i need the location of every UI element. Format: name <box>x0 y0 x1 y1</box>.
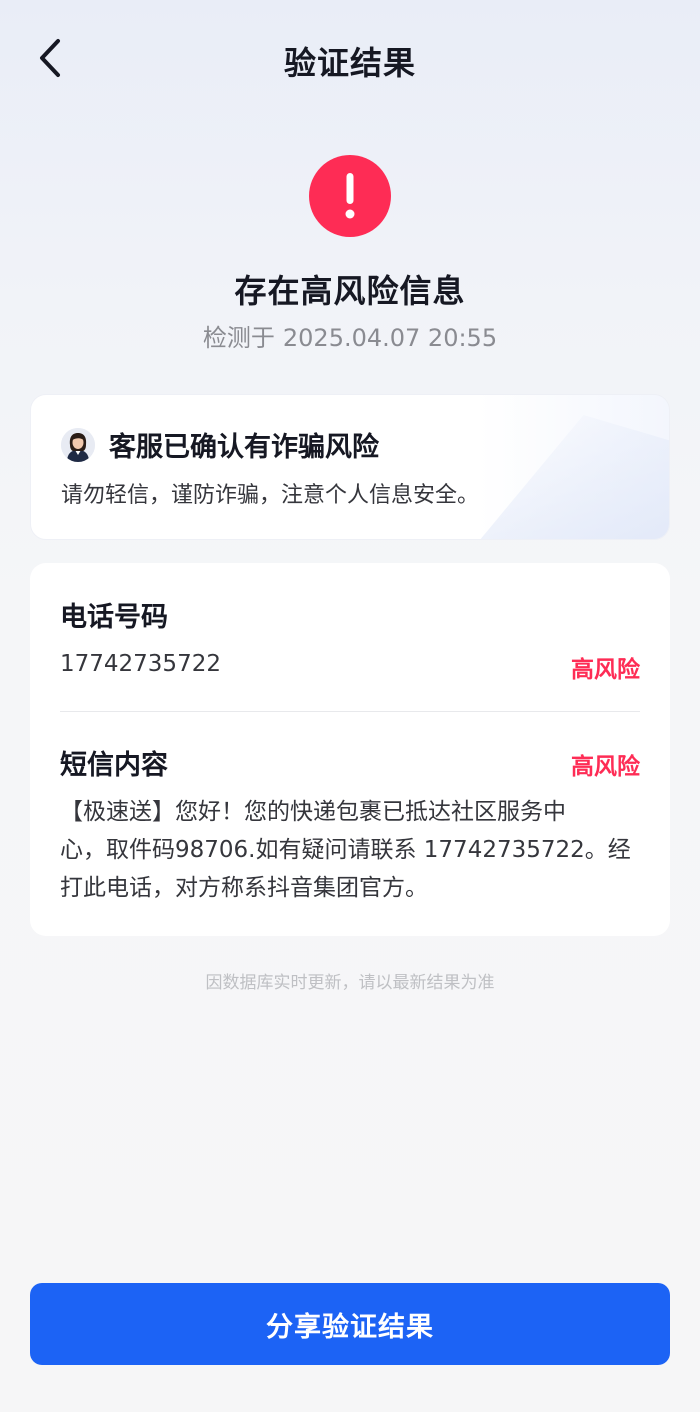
detect-timestamp: 2025.04.07 20:55 <box>282 324 498 352</box>
detect-time: 检测于 2025.04.07 20:55 <box>0 318 700 353</box>
card-decoration <box>479 415 669 539</box>
customer-service-avatar-icon <box>61 428 95 462</box>
sms-line: 【极速送】您好！您的快递包裹已抵达社区服务中 <box>60 799 566 825</box>
confirm-card: 客服已确认有诈骗风险 请勿轻信，谨防诈骗，注意个人信息安全。 <box>30 394 670 540</box>
sms-content: 【极速送】您好！您的快递包裹已抵达社区服务中 心，取件码98706.如有疑问请联… <box>60 793 640 907</box>
avatar <box>61 428 95 462</box>
detect-prefix: 检测于 <box>202 324 275 352</box>
phone-number: 17742735722 <box>60 651 221 677</box>
phone-risk-badge: 高风险 <box>571 657 640 683</box>
exclamation-icon <box>345 173 355 219</box>
phone-section-title: 电话号码 <box>60 602 168 633</box>
divider <box>60 711 640 712</box>
alert-icon <box>309 155 391 237</box>
confirm-title: 客服已确认有诈骗风险 <box>109 432 379 463</box>
detail-card: 电话号码 17742735722 高风险 短信内容 高风险 【极速送】您好！您的… <box>30 563 670 936</box>
result-headline: 存在高风险信息 <box>234 272 466 310</box>
sms-risk-badge: 高风险 <box>571 754 640 780</box>
sms-line: 打此电话，对方称系抖音集团官方。 <box>60 875 428 901</box>
nav-bar: 验证结果 <box>0 0 700 118</box>
sms-section-title: 短信内容 <box>60 750 168 781</box>
page-title: 验证结果 <box>283 44 416 82</box>
share-result-button[interactable]: 分享验证结果 <box>30 1283 670 1365</box>
footnote: 因数据库实时更新，请以最新结果为准 <box>205 973 495 993</box>
sms-line: 心，取件码98706.如有疑问请联系 17742735722。经 <box>60 837 631 863</box>
confirm-description: 请勿轻信，谨防诈骗，注意个人信息安全。 <box>61 483 480 508</box>
